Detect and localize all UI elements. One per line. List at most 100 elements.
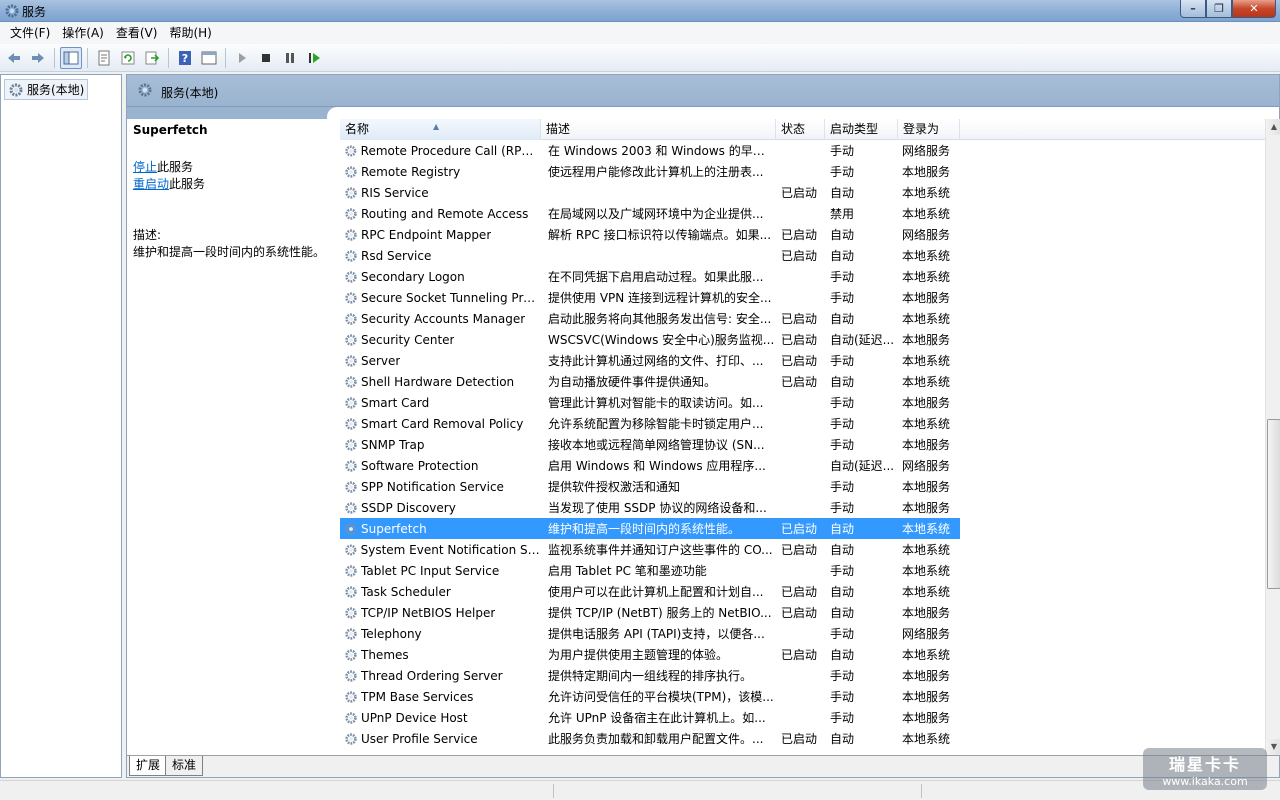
vertical-scrollbar[interactable]: ▲ ▼	[1265, 119, 1280, 755]
service-name-cell: RPC Endpoint Mapper	[340, 228, 541, 242]
minimize-button[interactable]: –	[1180, 0, 1206, 18]
service-name: Themes	[361, 647, 409, 662]
service-status: 已启动	[781, 732, 818, 746]
show-action-pane-button[interactable]	[198, 47, 220, 69]
service-description: 为自动播放硬件事件提供通知。	[548, 375, 717, 389]
column-status[interactable]: 状态	[776, 119, 825, 140]
table-row[interactable]: SSDP Discovery 当发现了使用 SSDP 协议的网络设备和... 手动 本…	[340, 497, 1265, 518]
export-list-button[interactable]	[141, 47, 163, 69]
back-button[interactable]	[3, 47, 25, 69]
table-row[interactable]: Telephony 提供电话服务 API (TAPI)支持，以便各... 手动 网络服…	[340, 623, 1265, 644]
table-row[interactable]: Secure Socket Tunneling Pro... 提供使用 VPN 连…	[340, 287, 1265, 308]
service-gear-icon	[345, 270, 357, 283]
table-row[interactable]: Thread Ordering Server 提供特定期间内一组线程的排序执行。 手…	[340, 665, 1265, 686]
menu-action[interactable]: 操作(A)	[56, 22, 110, 44]
table-row[interactable]: Task Scheduler 使用户可以在此计算机上配置和计划自... 已启动 自动 本…	[340, 581, 1265, 602]
table-row[interactable]: SNMP Trap 接收本地或远程简单网络管理协议 (SN... 手动 本地服务	[340, 434, 1265, 455]
forward-button[interactable]	[27, 47, 49, 69]
table-row[interactable]: Remote Procedure Call (RPC)... 在 Windows …	[340, 140, 1265, 161]
restart-service-button[interactable]	[303, 47, 325, 69]
close-button[interactable]: ✕	[1232, 0, 1276, 18]
refresh-button[interactable]	[117, 47, 139, 69]
scroll-down-arrow-icon[interactable]: ▼	[1266, 739, 1280, 755]
console-tree-icon	[63, 51, 79, 64]
service-name-cell: System Event Notification Se...	[340, 543, 541, 557]
table-row[interactable]: Security Center WSCSVC(Windows 安全中心)服务监视.…	[340, 329, 1265, 350]
column-log-on-as[interactable]: 登录为	[898, 119, 960, 140]
tree-item-services-local[interactable]: 服务(本地)	[4, 79, 89, 100]
table-row[interactable]: TCP/IP NetBIOS Helper 提供 TCP/IP (NetBT) 服…	[340, 602, 1265, 623]
help-button[interactable]: ?	[174, 47, 196, 69]
menu-view[interactable]: 查看(V)	[110, 22, 164, 44]
start-service-button[interactable]	[231, 47, 253, 69]
table-row[interactable]: Routing and Remote Access 在局域网以及广域网环境中为企业…	[340, 203, 1265, 224]
service-name-cell: SPP Notification Service	[340, 480, 541, 494]
table-row[interactable]: TPM Base Services 允许访问受信任的平台模块(TPM)，该模...…	[340, 686, 1265, 707]
table-row[interactable]: Remote Registry 使远程用户能修改此计算机上的注册表... 手动 本地服…	[340, 161, 1265, 182]
service-startup-type: 手动	[830, 564, 855, 578]
table-row[interactable]: SPP Notification Service 提供软件授权激活和通知 手动 本地服…	[340, 476, 1265, 497]
toolbar: ?	[0, 44, 1280, 72]
service-logon: 本地系统	[902, 585, 951, 599]
table-row[interactable]: Rsd Service 已启动 自动 本地系统	[340, 245, 1265, 266]
restart-icon	[309, 52, 320, 63]
properties-button[interactable]	[93, 47, 115, 69]
service-name-cell: Task Scheduler	[340, 585, 541, 599]
service-description: 为用户提供使用主题管理的体验。	[548, 648, 729, 662]
service-description: 启用 Windows 和 Windows 应用程序...	[548, 459, 766, 473]
svg-text:?: ?	[182, 52, 188, 65]
menu-file[interactable]: 文件(F)	[4, 22, 56, 44]
column-description[interactable]: 描述	[541, 119, 776, 140]
table-row[interactable]: Smart Card Removal Policy 允许系统配置为移除智能卡时锁定…	[340, 413, 1265, 434]
service-startup-type: 手动	[830, 417, 855, 431]
table-row[interactable]: User Profile Service 此服务负责加载和卸载用户配置文件。...…	[340, 728, 1265, 749]
table-row[interactable]: Software Protection 启用 Windows 和 Windows …	[340, 455, 1265, 476]
service-gear-icon	[345, 354, 357, 367]
service-description: 提供电话服务 API (TAPI)支持，以便各...	[548, 627, 765, 641]
column-startup-type[interactable]: 启动类型	[825, 119, 898, 140]
tab-standard[interactable]: 标准	[165, 756, 204, 776]
table-row[interactable]: UPnP Device Host 允许 UPnP 设备宿主在此计算机上。如... 手…	[340, 707, 1265, 728]
service-startup-type: 手动	[830, 165, 855, 179]
table-row[interactable]: RPC Endpoint Mapper 解析 RPC 接口标识符以传输端点。如果.…	[340, 224, 1265, 245]
service-status: 已启动	[781, 585, 818, 599]
service-gear-icon	[345, 480, 357, 493]
service-rows: Remote Procedure Call (RPC)... 在 Windows …	[340, 140, 1265, 749]
stop-service-button[interactable]	[255, 47, 277, 69]
scroll-up-arrow-icon[interactable]: ▲	[1266, 119, 1280, 135]
stop-service-link[interactable]: 停止	[133, 160, 157, 174]
service-gear-icon	[345, 606, 357, 619]
maximize-button[interactable]: ❐	[1206, 0, 1232, 18]
menu-bar: 文件(F) 操作(A) 查看(V) 帮助(H)	[0, 22, 1280, 44]
table-row[interactable]: System Event Notification Se... 监视系统事件并通知…	[340, 539, 1265, 560]
panel-header: 服务(本地)	[127, 75, 1279, 107]
column-name[interactable]: ▲ 名称	[340, 119, 541, 140]
description-text: 维护和提高一段时间内的系统性能。	[133, 245, 326, 259]
service-description: 在 Windows 2003 和 Windows 的早期...	[548, 144, 776, 158]
table-row[interactable]: Security Accounts Manager 启动此服务将向其他服务发出信号…	[340, 308, 1265, 329]
table-row[interactable]: Tablet PC Input Service 启用 Tablet PC 笔和墨迹…	[340, 560, 1265, 581]
tab-extended[interactable]: 扩展	[129, 756, 168, 776]
service-name: TPM Base Services	[361, 689, 474, 704]
restart-service-link[interactable]: 重启动	[133, 177, 169, 191]
service-name: Superfetch	[361, 521, 427, 536]
table-row[interactable]: RIS Service 已启动 自动 本地系统	[340, 182, 1265, 203]
table-row[interactable]: Server 支持此计算机通过网络的文件、打印、... 已启动 手动 本地系统	[340, 350, 1265, 371]
menu-help[interactable]: 帮助(H)	[163, 22, 217, 44]
service-name: Remote Procedure Call (RPC)...	[360, 143, 541, 158]
service-startup-type: 自动(延迟...	[830, 333, 895, 347]
service-logon: 本地系统	[902, 648, 951, 662]
service-gear-icon	[345, 585, 357, 598]
table-row[interactable]: Shell Hardware Detection 为自动播放硬件事件提供通知。 已启…	[340, 371, 1265, 392]
scrollbar-thumb[interactable]	[1267, 419, 1280, 589]
table-row-selected[interactable]: Superfetch 维护和提高一段时间内的系统性能。 已启动 自动 本地系统	[340, 518, 960, 539]
pause-service-button[interactable]	[279, 47, 301, 69]
table-row[interactable]: Secondary Logon 在不同凭据下启用启动过程。如果此服... 手动 本地系…	[340, 266, 1265, 287]
table-row[interactable]: Smart Card 管理此计算机对智能卡的取读访问。如... 手动 本地服务	[340, 392, 1265, 413]
service-name-cell: Superfetch	[340, 522, 541, 536]
show-hide-tree-button[interactable]	[60, 46, 82, 69]
services-list: ▲ 名称 描述 状态 启动类型 登录为 Remote Procedure Cal…	[340, 119, 1265, 755]
panel-title: 服务(本地)	[161, 86, 219, 100]
table-row[interactable]: Themes 为用户提供使用主题管理的体验。 已启动 自动 本地系统	[340, 644, 1265, 665]
service-name-cell: Smart Card Removal Policy	[340, 417, 541, 431]
